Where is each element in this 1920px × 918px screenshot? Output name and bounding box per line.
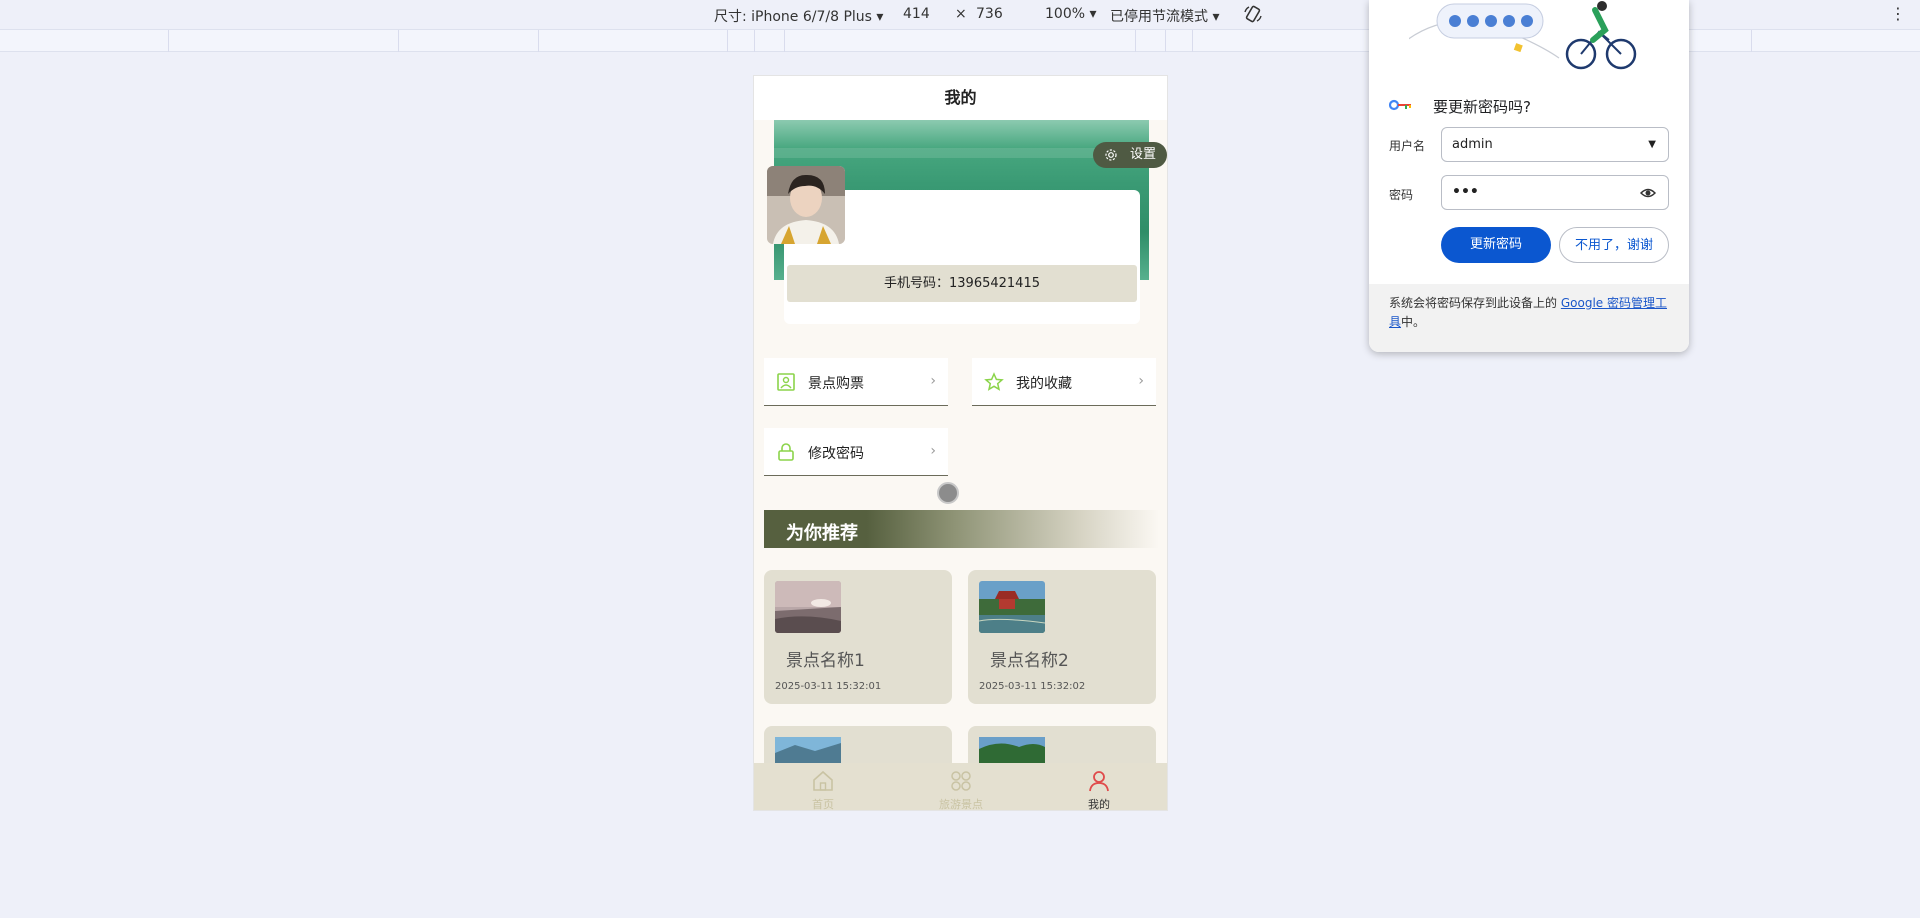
settings-label: 设置: [1130, 147, 1157, 162]
footer-text: 系统会将密码保存到此设备上的: [1389, 296, 1558, 310]
menu-item-password[interactable]: 修改密码 ›: [764, 428, 948, 476]
tab-label: 首页: [812, 798, 834, 811]
tab-spots[interactable]: 旅游景点: [892, 763, 1030, 811]
rotate-icon[interactable]: [1243, 4, 1263, 28]
password-update-popup: 要更新密码吗? 用户名 admin ▼ 密码 ••• 更新密码 不用了，谢谢 系…: [1369, 0, 1689, 352]
spot-name: 景点名称2: [990, 651, 1069, 671]
username-field[interactable]: admin ▼: [1441, 127, 1669, 162]
recommend-banner: 为你推荐: [764, 510, 1159, 548]
menu-label: 修改密码: [808, 446, 864, 462]
zoom-label: 100%: [1045, 6, 1086, 22]
spot-date: 2025-03-11 15:32:01: [775, 681, 882, 692]
page-title: 我的: [754, 76, 1167, 120]
google-key-icon: [1389, 99, 1411, 111]
throttle-label: 已停用节流模式: [1110, 9, 1208, 25]
recommend-title: 为你推荐: [786, 523, 858, 544]
phone-number: 手机号码：13965421415: [787, 265, 1137, 302]
spot-card[interactable]: [764, 726, 952, 766]
update-password-button[interactable]: 更新密码: [1441, 227, 1551, 263]
popup-footer: 系统会将密码保存到此设备上的 Google 密码管理工具中。: [1369, 284, 1689, 352]
chevron-right-icon: ›: [930, 443, 936, 459]
chevron-right-icon: ›: [1138, 373, 1144, 389]
star-icon: [984, 372, 1004, 391]
lock-icon: [778, 443, 794, 461]
footer-suffix: 中。: [1401, 315, 1426, 329]
zoom-select[interactable]: 100% ▾: [1045, 6, 1097, 22]
tab-label: 我的: [1088, 798, 1110, 811]
viewport-width[interactable]: 414: [903, 6, 930, 22]
caret-down-icon[interactable]: ▼: [1648, 128, 1656, 161]
menu-label: 我的收藏: [1016, 376, 1072, 392]
device-size-select[interactable]: 尺寸: iPhone 6/7/8 Plus ▾: [714, 6, 883, 26]
user-icon: [1089, 771, 1109, 792]
spot-thumbnail: [775, 737, 841, 766]
password-label: 密码: [1389, 188, 1414, 202]
username-label: 用户名: [1389, 139, 1426, 153]
avatar[interactable]: [767, 166, 845, 244]
tab-mine[interactable]: 我的: [1030, 763, 1167, 811]
bottom-tab-bar: 首页 旅游景点 我的: [754, 763, 1167, 811]
grid-icon: [951, 771, 971, 791]
password-value: •••: [1452, 184, 1479, 200]
throttle-select[interactable]: 已停用节流模式 ▾: [1110, 6, 1219, 26]
eye-icon[interactable]: [1640, 186, 1656, 200]
spot-name: 景点名称1: [786, 651, 865, 671]
spot-date: 2025-03-11 15:32:02: [979, 681, 1086, 692]
touch-cursor: [937, 482, 959, 504]
popup-title: 要更新密码吗?: [1433, 98, 1531, 116]
tab-home[interactable]: 首页: [754, 763, 892, 811]
spot-thumbnail: [979, 581, 1045, 633]
no-thanks-button[interactable]: 不用了，谢谢: [1559, 227, 1669, 263]
menu-item-ticket[interactable]: 景点购票 ›: [764, 358, 948, 406]
spot-thumbnail: [775, 581, 841, 633]
viewport-height[interactable]: 736: [976, 6, 1003, 22]
tab-label: 旅游景点: [939, 798, 983, 811]
times-sign: ×: [955, 6, 967, 22]
gear-icon: [1105, 149, 1117, 161]
illustration-bicycle: [1409, 1, 1637, 70]
chevron-right-icon: ›: [930, 373, 936, 389]
device-size-label: 尺寸: iPhone 6/7/8 Plus: [714, 9, 872, 25]
menu-item-favorites[interactable]: 我的收藏 ›: [972, 358, 1156, 406]
menu-label: 景点购票: [808, 376, 864, 392]
phone-viewport: 我的 设置 11 手机号码：13965421415 景点购票 › 我的收藏 ›: [753, 75, 1168, 811]
spot-card[interactable]: 景点名称1 2025-03-11 15:32:01: [764, 570, 952, 704]
spot-card[interactable]: [968, 726, 1156, 766]
spot-card[interactable]: 景点名称2 2025-03-11 15:32:02: [968, 570, 1156, 704]
password-field[interactable]: •••: [1441, 175, 1669, 210]
username-value: admin: [1452, 137, 1493, 152]
home-icon: [813, 770, 833, 791]
kebab-icon[interactable]: ⋮: [1890, 4, 1906, 24]
ticket-icon: [777, 373, 795, 391]
settings-button[interactable]: 设置: [1093, 142, 1167, 168]
spot-thumbnail: [979, 737, 1045, 766]
